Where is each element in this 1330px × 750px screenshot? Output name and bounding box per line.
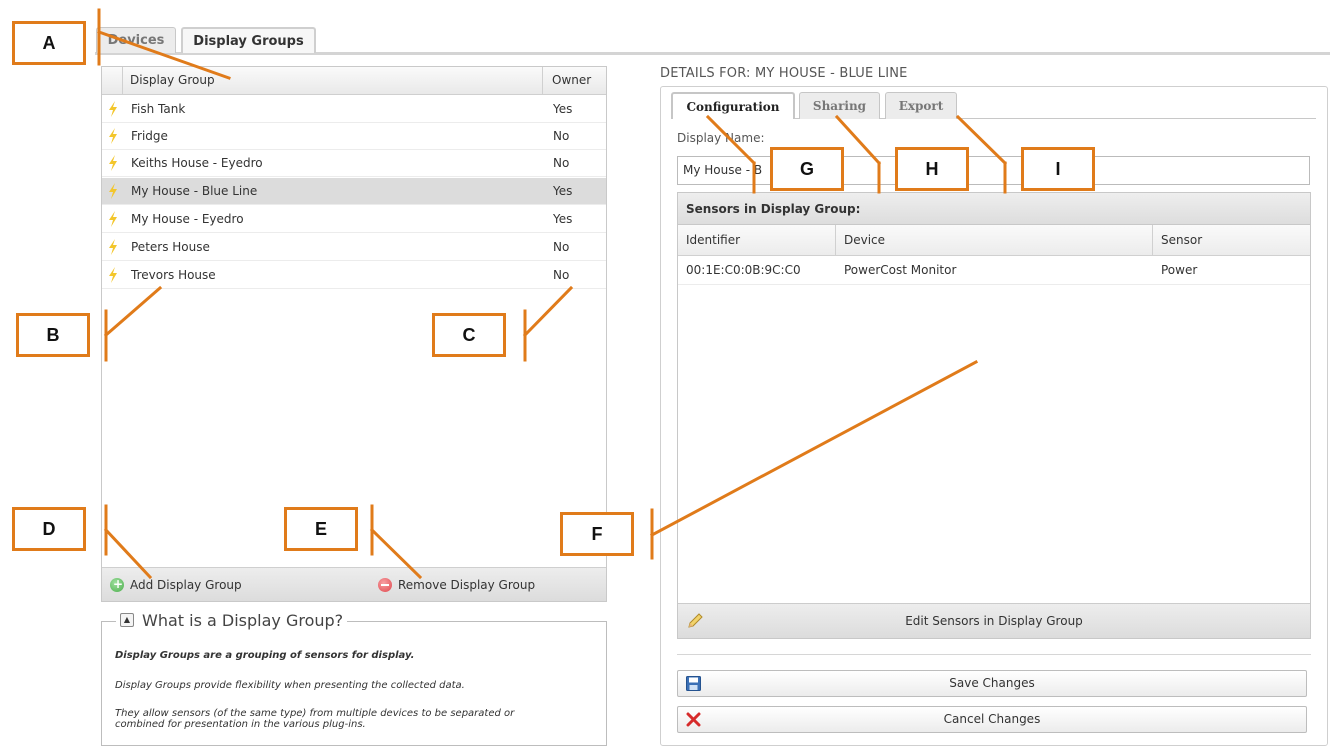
annotation-label-i: I — [1021, 147, 1095, 191]
annotation-label-h: H — [895, 147, 969, 191]
annotation-label-a: A — [12, 21, 86, 65]
annotation-label-g: G — [770, 147, 844, 191]
annotation-label-b: B — [16, 313, 90, 357]
annotation-leader-lines — [97, 8, 1008, 580]
annotation-label-d: D — [12, 507, 86, 551]
annotation-label-c: C — [432, 313, 506, 357]
annotation-label-f: F — [560, 512, 634, 556]
annotation-label-e: E — [284, 507, 358, 551]
